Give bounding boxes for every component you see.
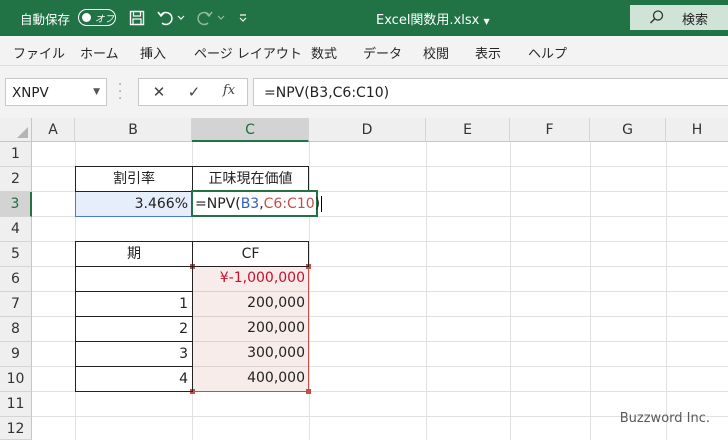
column-header-a[interactable]: A bbox=[32, 118, 75, 142]
cell-b2[interactable]: 割引率 bbox=[75, 166, 193, 192]
redo-icon[interactable] bbox=[195, 8, 215, 28]
cell-c10[interactable]: 400,000 bbox=[192, 366, 309, 391]
cell-b3[interactable]: 3.466% bbox=[75, 192, 192, 217]
save-icon[interactable] bbox=[127, 8, 147, 28]
row-header-8[interactable]: 8 bbox=[0, 317, 32, 342]
column-header-h[interactable]: H bbox=[666, 118, 728, 142]
tab-file[interactable]: ファイル bbox=[13, 43, 65, 62]
formula-bar-splitter-icon[interactable]: · · · bbox=[118, 79, 122, 106]
formula-bar: XNPV ▼ · · · ✕ ✓ fx =NPV(B3,C6:C10) bbox=[0, 66, 728, 118]
cancel-icon[interactable]: ✕ bbox=[149, 83, 169, 103]
row-header-5[interactable]: 5 bbox=[0, 242, 32, 267]
tab-insert[interactable]: 挿入 bbox=[140, 43, 166, 62]
enter-check-icon[interactable]: ✓ bbox=[184, 83, 204, 103]
select-all-icon bbox=[17, 127, 28, 138]
active-cell-c3[interactable]: =NPV(B3,C6:C10) bbox=[191, 190, 323, 217]
redo-dropdown-icon[interactable] bbox=[215, 8, 227, 28]
row-header-11[interactable]: 11 bbox=[0, 392, 32, 417]
name-box[interactable]: XNPV ▼ bbox=[5, 78, 107, 106]
worksheet-grid[interactable]: A B C D E F G H 1 2 3 4 5 6 7 8 9 10 11 … bbox=[0, 118, 728, 440]
tab-data[interactable]: データ bbox=[363, 43, 402, 62]
search-box[interactable]: 検索 bbox=[630, 5, 728, 30]
cell-b5[interactable]: 期 bbox=[75, 241, 193, 267]
tab-home[interactable]: ホーム bbox=[80, 43, 119, 62]
cell-b7[interactable]: 1 bbox=[75, 291, 193, 317]
autosave-toggle[interactable]: オフ bbox=[78, 9, 116, 26]
cell-c8[interactable]: 200,000 bbox=[192, 316, 309, 341]
autosave-label: 自動保存 bbox=[20, 12, 71, 27]
title-bar: 自動保存 オフ Excel関数用.xlsx ▼ 検索 bbox=[0, 0, 728, 36]
undo-dropdown-icon[interactable] bbox=[175, 8, 187, 28]
toggle-knob bbox=[82, 12, 91, 22]
formula-input[interactable]: =NPV(B3,C6:C10) bbox=[253, 78, 728, 106]
cell-c3-formula: =NPV(B3,C6:C10) bbox=[195, 196, 323, 212]
text-cursor bbox=[321, 196, 323, 212]
customize-quick-access-icon[interactable] bbox=[233, 8, 253, 28]
row-header-7[interactable]: 7 bbox=[0, 292, 32, 317]
formula-buttons: ✕ ✓ fx bbox=[138, 78, 248, 106]
column-header-f[interactable]: F bbox=[510, 118, 590, 142]
cell-c5[interactable]: CF bbox=[192, 241, 309, 267]
cell-c2[interactable]: 正味現在価値 bbox=[192, 166, 309, 192]
cell-c9[interactable]: 300,000 bbox=[192, 341, 309, 366]
row-header-10[interactable]: 10 bbox=[0, 367, 32, 392]
formula-text: =NPV(B3,C6:C10) bbox=[264, 85, 390, 101]
chevron-down-icon: ▼ bbox=[483, 17, 490, 26]
cell-c6[interactable]: ¥-1,000,000 bbox=[192, 266, 309, 291]
cell-b8[interactable]: 2 bbox=[75, 316, 193, 342]
search-label: 検索 bbox=[682, 13, 709, 28]
row-header-4[interactable]: 4 bbox=[0, 217, 32, 242]
row-header-12[interactable]: 12 bbox=[0, 417, 32, 440]
row-header-2[interactable]: 2 bbox=[0, 167, 32, 192]
column-header-c[interactable]: C bbox=[192, 118, 309, 142]
autosave-state: オフ bbox=[95, 14, 115, 25]
tab-review[interactable]: 校閲 bbox=[423, 43, 449, 62]
cell-b9[interactable]: 3 bbox=[75, 341, 193, 367]
cell-c7[interactable]: 200,000 bbox=[192, 291, 309, 316]
row-header-9[interactable]: 9 bbox=[0, 342, 32, 367]
name-box-value: XNPV bbox=[12, 85, 49, 101]
row-header-6[interactable]: 6 bbox=[0, 267, 32, 292]
column-header-g[interactable]: G bbox=[590, 118, 666, 142]
tab-view[interactable]: 表示 bbox=[475, 43, 501, 62]
tab-help[interactable]: ヘルプ bbox=[528, 43, 567, 62]
document-title[interactable]: Excel関数用.xlsx ▼ bbox=[376, 9, 490, 28]
cell-b6[interactable] bbox=[75, 266, 193, 292]
column-header-e[interactable]: E bbox=[426, 118, 510, 142]
column-header-b[interactable]: B bbox=[75, 118, 192, 142]
search-icon bbox=[649, 9, 665, 29]
ribbon-tabs: ファイル ホーム 挿入 ページ レイアウト 数式 データ 校閲 表示 ヘルプ bbox=[0, 36, 728, 66]
cell-b10[interactable]: 4 bbox=[75, 366, 193, 392]
undo-icon[interactable] bbox=[155, 8, 175, 28]
tab-page-layout[interactable]: ページ レイアウト bbox=[194, 43, 302, 62]
row-header-1[interactable]: 1 bbox=[0, 142, 32, 167]
select-all-button[interactable] bbox=[0, 118, 32, 142]
row-header-3[interactable]: 3 bbox=[0, 192, 32, 217]
watermark: Buzzword Inc. bbox=[619, 411, 710, 426]
chevron-down-icon[interactable]: ▼ bbox=[93, 87, 100, 97]
insert-function-icon[interactable]: fx bbox=[219, 83, 239, 103]
column-header-d[interactable]: D bbox=[309, 118, 426, 142]
tab-formulas[interactable]: 数式 bbox=[311, 43, 337, 62]
